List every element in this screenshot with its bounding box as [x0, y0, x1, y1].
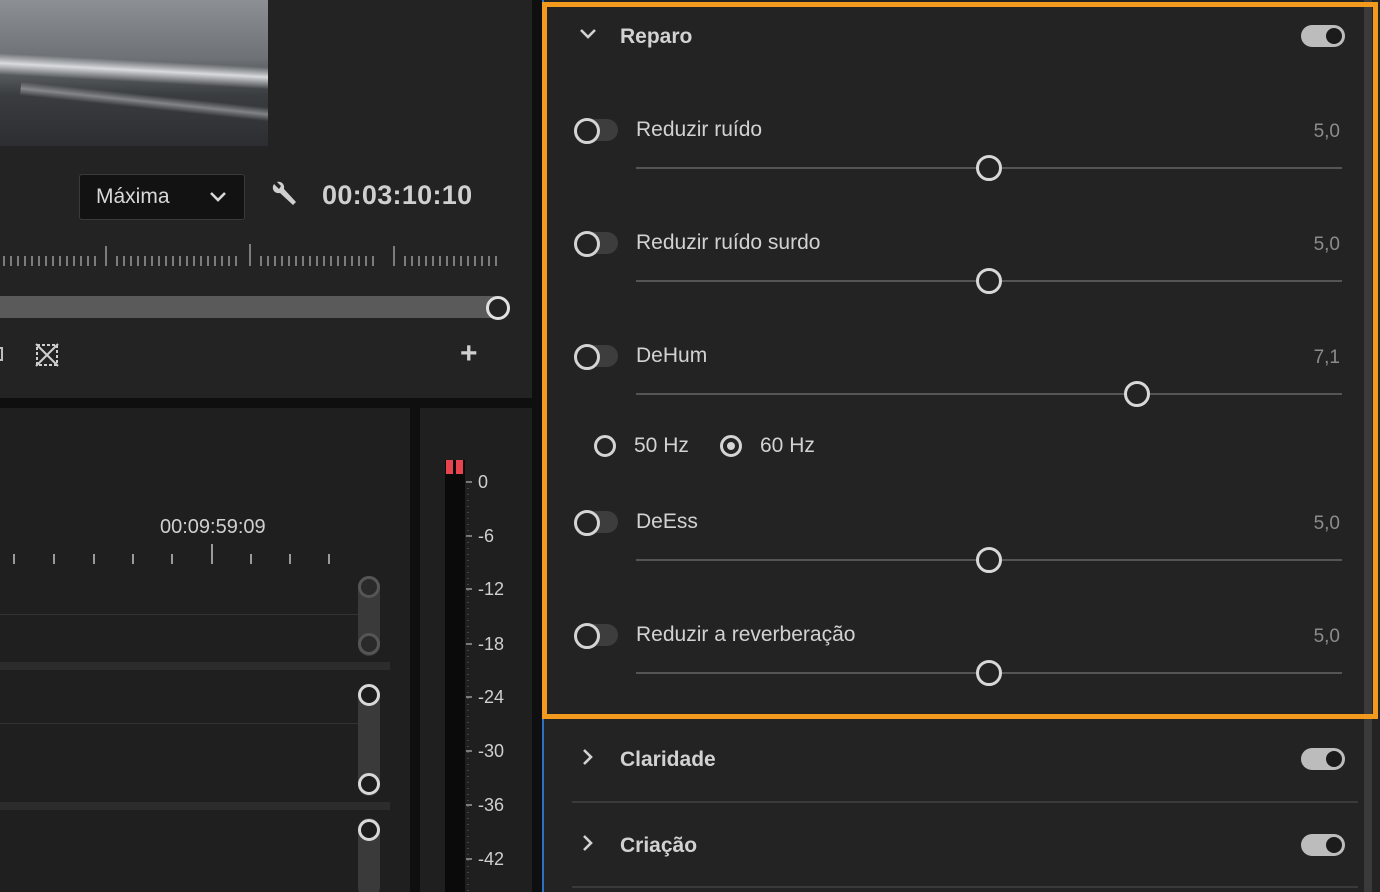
track-row: [0, 614, 360, 615]
repair-section-highlight: [542, 2, 1378, 719]
track-scroll-handle[interactable]: [358, 773, 380, 795]
export-frame-icon[interactable]: [32, 340, 62, 375]
track-scroll-handle[interactable]: [358, 633, 380, 655]
partial-button-icon[interactable]: [0, 344, 6, 364]
chevron-right-icon: [578, 747, 600, 773]
playhead-timecode[interactable]: 00:03:10:10: [322, 180, 472, 211]
zoom-scrollbar-handle[interactable]: [486, 296, 510, 320]
clip-indicator-left[interactable]: [446, 460, 453, 474]
playback-resolution-select[interactable]: Máxima: [79, 174, 245, 220]
section-title-creation: Criação: [620, 834, 698, 857]
meter-label: -30: [478, 741, 505, 761]
monitor-time-ruler[interactable]: [0, 240, 510, 270]
creation-section-toggle[interactable]: [1301, 834, 1345, 856]
meter-label: -12: [478, 579, 505, 599]
track-row: [0, 723, 360, 724]
clip-indicator-right[interactable]: [456, 460, 463, 474]
meter-label: -6: [478, 526, 495, 546]
track-separator: [0, 802, 390, 810]
track-scroll-handle[interactable]: [358, 576, 380, 598]
chevron-down-icon: [208, 187, 228, 213]
playback-resolution-value: Máxima: [96, 185, 170, 208]
panel-divider: [0, 398, 532, 408]
zoom-scrollbar[interactable]: [0, 296, 498, 318]
section-header-creation[interactable]: Criação: [578, 833, 697, 859]
section-divider: [572, 886, 1358, 888]
track-separator: [0, 662, 390, 670]
wrench-icon[interactable]: [268, 180, 300, 217]
timeline-ruler[interactable]: [0, 538, 340, 568]
panel-divider: [410, 408, 420, 892]
meter-label: 0: [478, 472, 489, 492]
meter-bar: [445, 460, 465, 892]
section-title-clarity: Claridade: [620, 748, 716, 771]
meter-label: -42: [478, 849, 505, 869]
meter-label: -18: [478, 634, 505, 654]
timeline-panel: 00:09:59:09: [0, 408, 410, 892]
panel-divider: [532, 0, 542, 892]
meter-label: -24: [478, 687, 505, 707]
add-button[interactable]: +: [460, 339, 478, 369]
video-preview: [0, 0, 268, 146]
section-header-clarity[interactable]: Claridade: [578, 747, 716, 773]
track-scroll-handle[interactable]: [358, 684, 380, 706]
timeline-ruler-timecode: 00:09:59:09: [160, 516, 266, 538]
audio-meter: 0 -6 -12 -18 -24 -30 -36 -42: [420, 408, 532, 892]
track-scroll-handle[interactable]: [358, 819, 380, 841]
meter-scale: [466, 481, 472, 892]
meter-label: -36: [478, 795, 505, 815]
clarity-section-toggle[interactable]: [1301, 748, 1345, 770]
section-divider: [572, 801, 1358, 803]
chevron-right-icon: [578, 833, 600, 859]
program-monitor: Máxima 00:03:10:10 +: [0, 0, 532, 400]
